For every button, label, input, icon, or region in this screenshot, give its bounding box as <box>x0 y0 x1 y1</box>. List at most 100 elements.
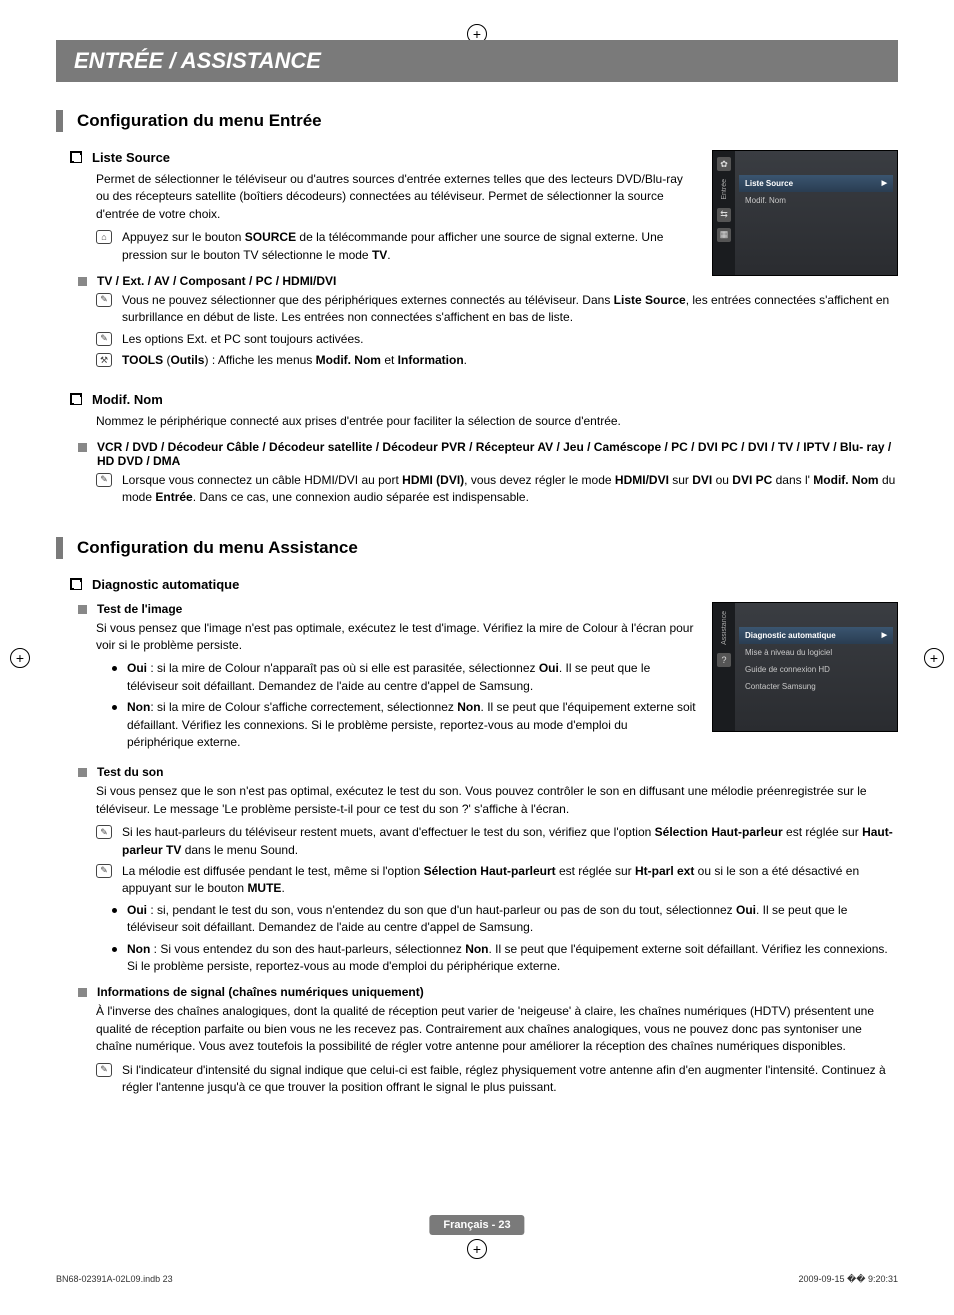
subheading-modif-nom: Modif. Nom <box>56 392 898 407</box>
osd-menu-entree: ✿ Entrée ⇆ ▦ Liste Source Modif. Nom <box>712 150 898 276</box>
note-row: ✎ Vous ne pouvez sélectionner que des pé… <box>56 292 898 327</box>
osd-item-modif-nom[interactable]: Modif. Nom <box>739 192 893 209</box>
text: La mélodie est diffusée pendant le test,… <box>122 864 424 878</box>
note-icon: ✎ <box>96 473 112 487</box>
text-bold: Oui <box>736 903 756 917</box>
text: . Dans ce cas, une connexion audio sépar… <box>193 490 529 504</box>
subheading-text: Liste Source <box>92 150 170 165</box>
heading-text: Configuration du menu Entrée <box>77 111 322 131</box>
text: Les options Ext. et PC sont toujours act… <box>122 331 363 348</box>
text-bold: Information <box>398 353 464 367</box>
subheading-text: Modif. Nom <box>92 392 163 407</box>
sub-item-info-signal: Informations de signal (chaînes numériqu… <box>56 985 898 999</box>
checkbox-icon <box>70 393 82 405</box>
note-icon: ✎ <box>96 825 112 839</box>
remote-button-icon: ⌂ <box>96 230 112 244</box>
tools-icon: ⚒ <box>96 353 112 367</box>
text: ) : Affiche les menus <box>204 353 315 367</box>
text: Lorsque vous connectez un câble HDMI/DVI… <box>122 473 402 487</box>
text-bold: Non <box>457 700 480 714</box>
text-bold: Non <box>465 942 488 956</box>
sub-item-test-son: Test du son <box>56 765 898 779</box>
page-number-badge: Français - 23 <box>429 1215 524 1235</box>
text-bold: DVI PC <box>732 473 772 487</box>
checkbox-icon <box>70 578 82 590</box>
paragraph: Si vous pensez que le son n'est pas opti… <box>56 783 898 818</box>
sub-item-test-image: Test de l'image <box>56 602 696 616</box>
osd-menu-assistance: Assistance ? Diagnostic automatique Mise… <box>712 602 898 732</box>
bullet-icon <box>112 705 117 710</box>
text: est réglée sur <box>783 825 862 839</box>
text: : si, pendant le test du son, vous n'ent… <box>147 903 736 917</box>
text-bold: Non <box>127 942 150 956</box>
sub-item-device-list: VCR / DVD / Décodeur Câble / Décodeur sa… <box>56 440 898 468</box>
text: . <box>281 881 284 895</box>
text: et <box>381 353 398 367</box>
paragraph: À l'inverse des chaînes analogiques, don… <box>56 1003 898 1055</box>
osd-item-hdguide[interactable]: Guide de connexion HD <box>739 661 893 678</box>
text: . <box>387 248 390 262</box>
text: Si les haut-parleurs du téléviseur reste… <box>122 825 655 839</box>
note-row: ✎ Lorsque vous connectez un câble HDMI/D… <box>56 472 898 507</box>
sub-item-text: Informations de signal (chaînes numériqu… <box>97 985 424 999</box>
square-bullet-icon <box>78 768 87 777</box>
text-bold: Entrée <box>155 490 192 504</box>
text: dans le menu Sound. <box>181 843 298 857</box>
note-row: ✎ La mélodie est diffusée pendant le tes… <box>56 863 898 898</box>
heading-accent-bar <box>56 110 63 132</box>
subheading-liste-source: Liste Source <box>56 150 696 165</box>
text-bold: Liste Source <box>614 293 686 307</box>
text-bold: MUTE <box>247 881 281 895</box>
text-bold: Ht-parl ext <box>635 864 694 878</box>
text: Vous ne pouvez sélectionner que des péri… <box>122 293 614 307</box>
text: : si la mire de Colour n'apparaît pas où… <box>147 661 539 675</box>
sub-item-text: Test de l'image <box>97 602 182 616</box>
bullet-non: Non: si la mire de Colour s'affiche corr… <box>56 699 696 751</box>
registration-mark-bottom <box>467 1239 487 1259</box>
osd-tab-label: Entrée <box>721 179 728 200</box>
osd-item-liste-source[interactable]: Liste Source <box>739 175 893 192</box>
text-bold: SOURCE <box>245 230 296 244</box>
sub-item-text: VCR / DVD / Décodeur Câble / Décodeur sa… <box>97 440 898 468</box>
osd-item-upgrade[interactable]: Mise à niveau du logiciel <box>739 644 893 661</box>
sub-item-text: TV / Ext. / AV / Composant / PC / HDMI/D… <box>97 274 336 288</box>
text: Si l'indicateur d'intensité du signal in… <box>122 1062 898 1097</box>
osd-item-diagnostic[interactable]: Diagnostic automatique <box>739 627 893 644</box>
heading-config-entree: Configuration du menu Entrée <box>56 110 898 132</box>
checkbox-icon <box>70 151 82 163</box>
note-icon: ✎ <box>96 864 112 878</box>
text-bold: HDMI (DVI) <box>402 473 464 487</box>
osd-item-contact[interactable]: Contacter Samsung <box>739 678 893 695</box>
text-bold: Oui <box>127 661 147 675</box>
app-icon: ▦ <box>717 228 731 242</box>
input-icon: ⇆ <box>717 208 731 222</box>
text-bold: Non <box>127 700 150 714</box>
text: dans l' <box>772 473 813 487</box>
text-bold: Sélection Haut-parleur <box>655 825 783 839</box>
text-bold: Sélection Haut-parleurt <box>424 864 556 878</box>
subheading-text: Diagnostic automatique <box>92 577 239 592</box>
text: ou <box>712 473 732 487</box>
gear-icon: ✿ <box>717 157 731 171</box>
text-bold: Oui <box>127 903 147 917</box>
text-bold: Modif. Nom <box>813 473 878 487</box>
text-bold: HDMI/DVI <box>615 473 669 487</box>
text-bold: TV <box>372 248 387 262</box>
sub-item-tv-ext: TV / Ext. / AV / Composant / PC / HDMI/D… <box>56 274 696 288</box>
paragraph: Nommez le périphérique connecté aux pris… <box>56 413 898 430</box>
square-bullet-icon <box>78 605 87 614</box>
footer-timestamp: 2009-09-15 �� 9:20:31 <box>798 1274 898 1285</box>
text-bold: TOOLS <box>122 353 163 367</box>
heading-config-assistance: Configuration du menu Assistance <box>56 537 898 559</box>
sub-item-text: Test du son <box>97 765 163 779</box>
square-bullet-icon <box>78 443 87 452</box>
text-bold: Oui <box>539 661 559 675</box>
text: , vous devez régler le mode <box>464 473 615 487</box>
bullet-icon <box>112 666 117 671</box>
note-row: ✎ Si l'indicateur d'intensité du signal … <box>56 1062 898 1097</box>
heading-accent-bar <box>56 537 63 559</box>
text: sur <box>669 473 692 487</box>
question-icon: ? <box>717 653 731 667</box>
square-bullet-icon <box>78 988 87 997</box>
note-icon: ✎ <box>96 1063 112 1077</box>
